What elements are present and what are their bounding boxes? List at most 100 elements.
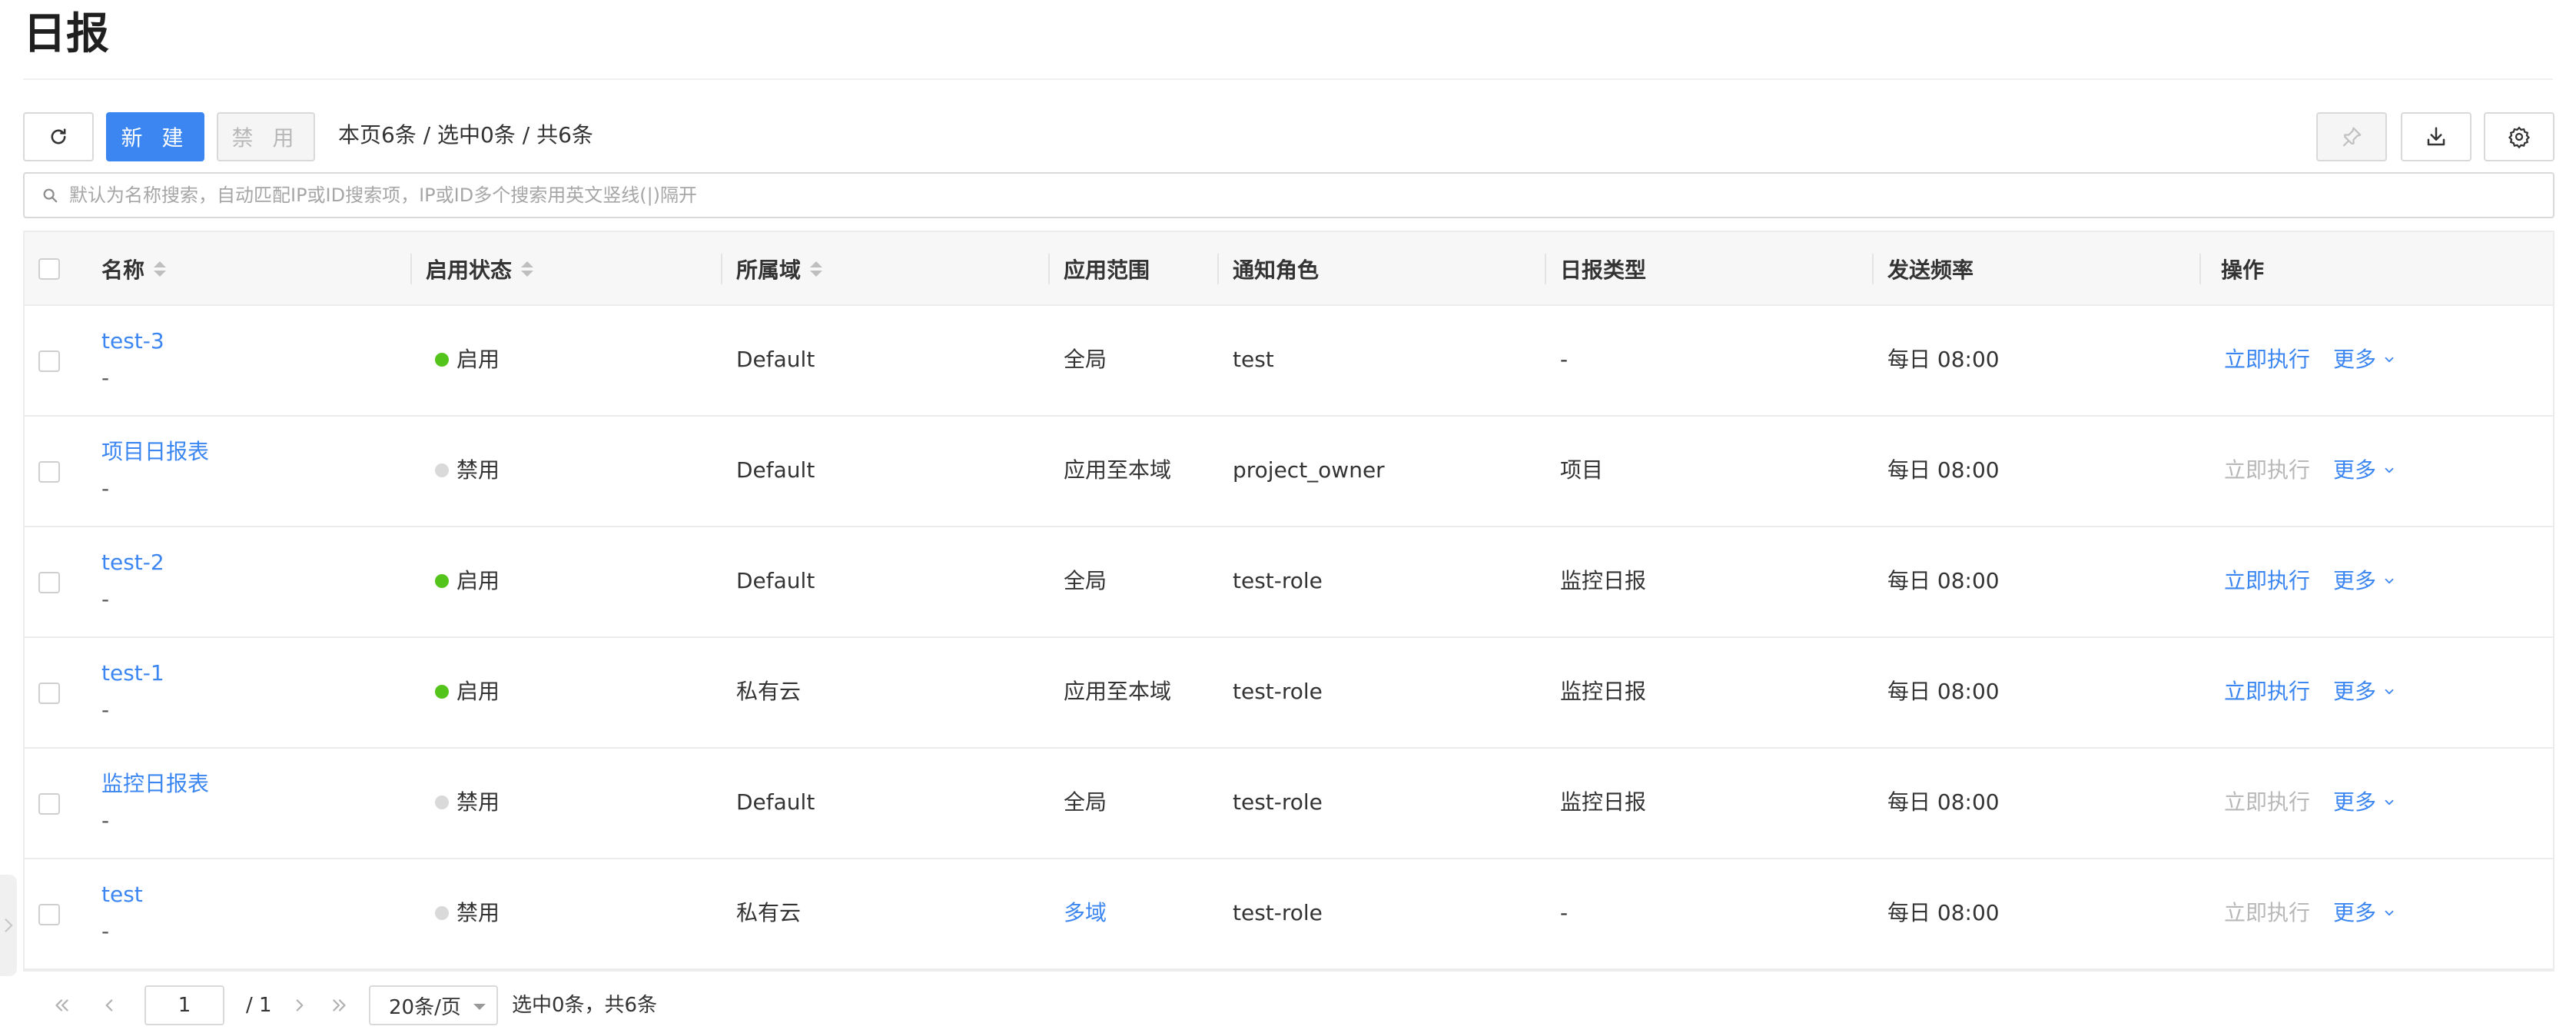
more-dropdown[interactable]: 更多: [2333, 566, 2396, 596]
more-label: 更多: [2333, 679, 2377, 704]
column-divider: [1048, 254, 1050, 284]
table-row: 监控日报表 - 禁用 Default 全局 test-role 监控日报 每日 08:00 立即…: [25, 749, 2553, 859]
sort-icon[interactable]: [521, 261, 534, 277]
status-dot-icon: [435, 685, 449, 699]
sort-icon[interactable]: [810, 261, 823, 277]
frequency-cell: 每日 08:00: [1887, 568, 2000, 593]
report-name-link[interactable]: test-3: [101, 326, 164, 357]
scope-cell: 应用至本域: [1064, 679, 1172, 704]
report-name-link[interactable]: test-1: [101, 658, 164, 689]
role-cell: test-role: [1233, 900, 1323, 925]
status-dot-icon: [435, 796, 449, 809]
settings-button[interactable]: [2484, 112, 2554, 161]
select-all-checkbox[interactable]: [38, 258, 60, 280]
report-description: -: [101, 697, 110, 722]
search-input[interactable]: [68, 175, 2553, 215]
prev-page-icon[interactable]: [97, 993, 121, 1018]
side-panel-handle[interactable]: [0, 875, 17, 976]
first-page-icon[interactable]: [49, 993, 74, 1018]
frequency-cell: 每日 08:00: [1887, 457, 2000, 483]
total-pages: / 1: [246, 994, 272, 1017]
scope-cell[interactable]: 多域: [1064, 898, 1107, 928]
more-label: 更多: [2333, 789, 2377, 815]
pagination-summary: 选中0条，共6条: [512, 994, 658, 1017]
refresh-button[interactable]: [23, 112, 94, 161]
domain-cell: Default: [736, 568, 815, 593]
role-cell: test-role: [1233, 679, 1323, 704]
page-number-input[interactable]: [144, 985, 224, 1025]
disable-button[interactable]: 禁 用: [217, 112, 315, 161]
run-now-button[interactable]: 立即执行: [2224, 455, 2310, 486]
chevron-down-icon: [2385, 357, 2394, 363]
report-description: -: [101, 918, 110, 944]
column-header-name[interactable]: 名称: [101, 232, 167, 306]
settings-icon: [2508, 126, 2531, 148]
more-dropdown[interactable]: 更多: [2333, 898, 2396, 928]
type-cell: -: [1560, 347, 1569, 372]
column-header-role: 通知角色: [1233, 232, 1319, 306]
pin-icon: [2342, 127, 2362, 147]
table-row: test-3 - 启用 Default 全局 test - 每日 08:00 立即执行 更多: [25, 306, 2553, 417]
more-dropdown[interactable]: 更多: [2333, 676, 2396, 707]
run-now-button[interactable]: 立即执行: [2224, 676, 2310, 707]
page-size-select[interactable]: 20条/页: [369, 985, 498, 1025]
report-description: -: [101, 808, 110, 833]
next-page-icon[interactable]: [287, 993, 312, 1018]
column-divider: [1872, 254, 1874, 284]
report-description: -: [101, 476, 110, 501]
column-header-status[interactable]: 启用状态: [426, 232, 534, 306]
domain-cell: Default: [736, 457, 815, 483]
run-now-button[interactable]: 立即执行: [2224, 566, 2310, 596]
column-header-label: 所属域: [736, 257, 802, 283]
scope-cell: 全局: [1064, 347, 1107, 372]
column-header-label: 启用状态: [426, 257, 513, 283]
more-dropdown[interactable]: 更多: [2333, 455, 2396, 486]
report-name-link[interactable]: test: [101, 879, 143, 910]
new-button[interactable]: 新 建: [106, 112, 204, 161]
row-checkbox[interactable]: [38, 683, 60, 704]
refresh-icon: [51, 128, 66, 144]
row-checkbox[interactable]: [38, 461, 60, 483]
pin-button[interactable]: [2316, 112, 2387, 161]
type-cell: 项目: [1560, 457, 1604, 483]
row-checkbox[interactable]: [38, 793, 60, 815]
scope-cell: 应用至本域: [1064, 457, 1172, 483]
run-now-button[interactable]: 立即执行: [2224, 787, 2310, 818]
caret-down-icon: [473, 1004, 486, 1010]
download-icon: [2427, 127, 2445, 146]
run-now-button[interactable]: 立即执行: [2224, 898, 2310, 928]
report-name-link[interactable]: 监控日报表: [101, 769, 209, 799]
more-dropdown[interactable]: 更多: [2333, 787, 2396, 818]
column-header-label: 操作: [2221, 257, 2265, 283]
report-table: 名称 启用状态 所属域 应用范围 通知角色 日报类型 发送频率 操作 test-…: [23, 231, 2554, 972]
chevron-down-icon: [2385, 799, 2394, 805]
scope-cell: 全局: [1064, 568, 1107, 593]
report-name-link[interactable]: 项目日报表: [101, 437, 209, 467]
sort-icon[interactable]: [154, 261, 167, 277]
role-cell: test: [1233, 347, 1274, 372]
title-divider: [23, 78, 2553, 80]
last-page-icon[interactable]: [327, 993, 352, 1018]
status-badge: 禁用: [435, 898, 500, 928]
more-dropdown[interactable]: 更多: [2333, 344, 2396, 375]
run-now-button[interactable]: 立即执行: [2224, 344, 2310, 375]
row-checkbox[interactable]: [38, 350, 60, 372]
role-cell: test-role: [1233, 568, 1323, 593]
table-row: test - 禁用 私有云 多域 test-role - 每日 08:00 立即执行 更多: [25, 859, 2553, 970]
status-label: 启用: [456, 679, 500, 704]
row-checkbox[interactable]: [38, 904, 60, 925]
row-checkbox[interactable]: [38, 572, 60, 593]
status-label: 禁用: [456, 900, 500, 925]
column-header-domain[interactable]: 所属域: [736, 232, 823, 306]
status-label: 禁用: [456, 457, 500, 483]
domain-cell: Default: [736, 789, 815, 815]
download-button[interactable]: [2401, 112, 2471, 161]
frequency-cell: 每日 08:00: [1887, 679, 2000, 704]
report-name-link[interactable]: test-2: [101, 547, 164, 578]
search-box[interactable]: [23, 172, 2554, 218]
status-label: 启用: [456, 568, 500, 593]
table-header: 名称 启用状态 所属域 应用范围 通知角色 日报类型 发送频率 操作: [25, 232, 2553, 306]
column-header-label: 发送频率: [1887, 257, 1974, 283]
chevron-down-icon: [2385, 578, 2394, 584]
status-dot-icon: [435, 574, 449, 588]
